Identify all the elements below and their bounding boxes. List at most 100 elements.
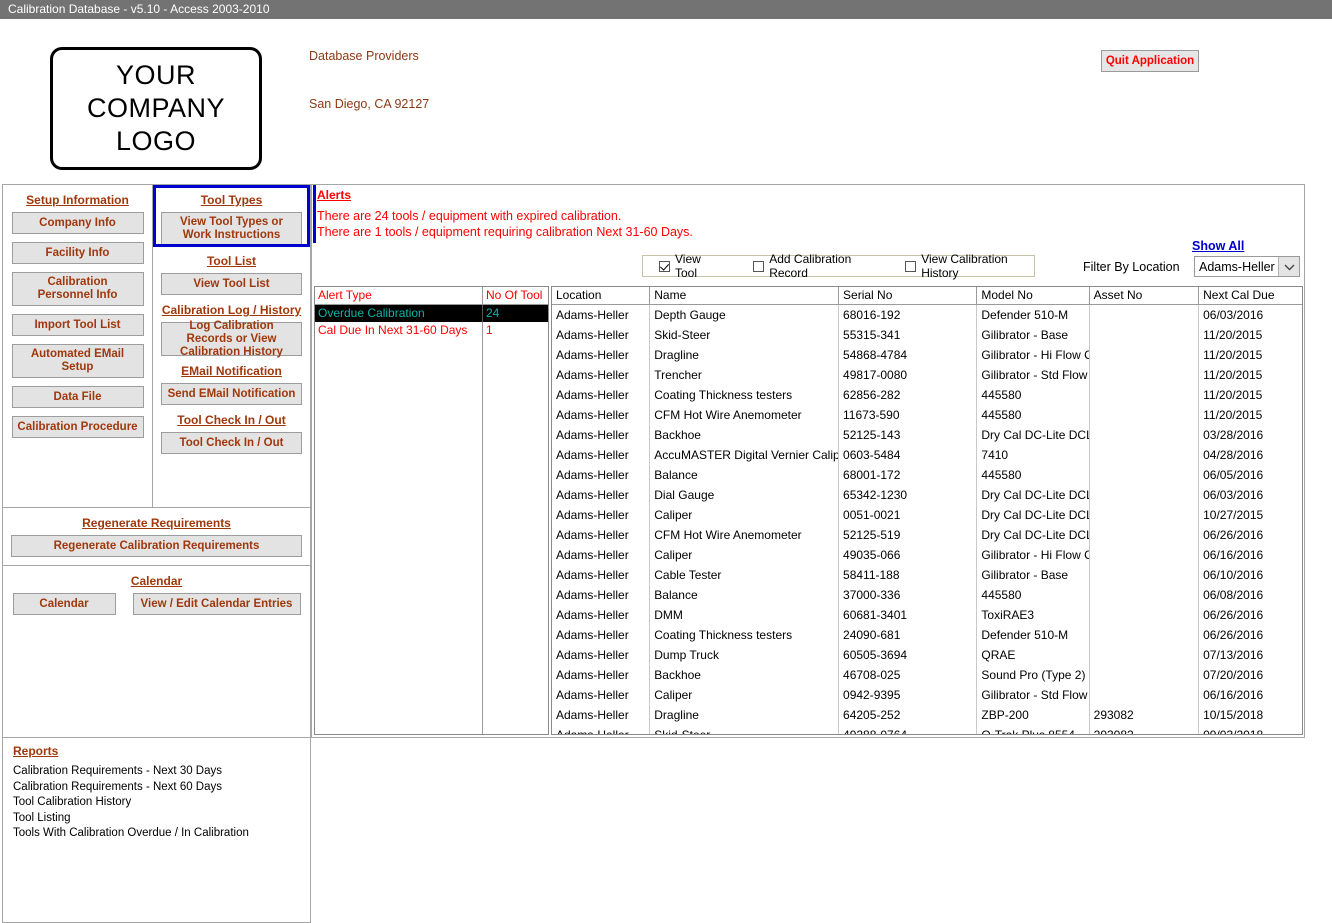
sidebar-setup-column: Setup Information Company Info Facility … bbox=[3, 185, 153, 507]
checkbox-view-tool[interactable]: View Tool bbox=[659, 252, 719, 280]
alert-summary-grid[interactable]: Alert Type No Of Tool Overdue Calibratio… bbox=[314, 286, 549, 735]
column-header-location[interactable]: Location bbox=[552, 287, 651, 304]
sidebar-heading-tool-check-in-out[interactable]: Tool Check In / Out bbox=[161, 413, 302, 427]
sidebar-item-calendar[interactable]: Calendar bbox=[12, 593, 116, 615]
report-link-tool-listing[interactable]: Tool Listing bbox=[13, 811, 300, 827]
sidebar-item-calibration-personnel-info[interactable]: Calibration Personnel Info bbox=[11, 272, 144, 306]
table-row[interactable]: Adams-Heller CFM Hot Wire Anemometer 11673… bbox=[552, 405, 1302, 425]
sidebar-item-view-tool-list[interactable]: View Tool List bbox=[161, 273, 302, 295]
filter-by-location-select[interactable]: Adams-Heller bbox=[1194, 256, 1300, 277]
cell-name: Caliper bbox=[650, 685, 840, 705]
quit-application-button[interactable]: Quit Application bbox=[1101, 50, 1199, 72]
table-row[interactable]: Adams-Heller CFM Hot Wire Anemometer 52125… bbox=[552, 525, 1302, 545]
table-row[interactable]: Overdue Calibration 24 bbox=[315, 305, 548, 322]
sidebar-heading-tool-list[interactable]: Tool List bbox=[161, 254, 302, 268]
cell-alert-type: Overdue Calibration bbox=[315, 305, 483, 322]
table-row[interactable]: Adams-Heller Balance 68001-172 445580 06/05/… bbox=[552, 465, 1302, 485]
sidebar-heading-tool-types[interactable]: Tool Types bbox=[161, 193, 302, 207]
cell-asset-no bbox=[1090, 545, 1200, 565]
cell-model-no: 445580 bbox=[977, 585, 1090, 605]
table-row[interactable]: Cal Due In Next 31-60 Days 1 bbox=[315, 322, 548, 339]
table-row[interactable]: Adams-Heller Backhoe 52125-143 Dry Cal DC-L… bbox=[552, 425, 1302, 445]
checkbox-add-calibration-record[interactable]: Add Calibration Record bbox=[753, 252, 879, 280]
column-header-model-no[interactable]: Model No bbox=[977, 287, 1090, 304]
cell-asset-no bbox=[1090, 565, 1200, 585]
sidebar-item-tool-check-in-out[interactable]: Tool Check In / Out bbox=[161, 432, 302, 454]
report-link-tool-calibration-history[interactable]: Tool Calibration History bbox=[13, 795, 300, 811]
cell-serial-no: 49035-066 bbox=[839, 545, 978, 565]
cell-no-of-tool: 1 bbox=[486, 323, 493, 337]
column-header-asset-no[interactable]: Asset No bbox=[1090, 287, 1200, 304]
column-header-serial-no[interactable]: Serial No bbox=[839, 287, 978, 304]
table-row[interactable]: Adams-Heller Backhoe 46708-025 Sound Pro (T… bbox=[552, 665, 1302, 685]
sidebar-heading-calendar[interactable]: Calendar bbox=[3, 574, 310, 588]
table-row[interactable]: Adams-Heller Caliper 0942-9395 Gilibrator -… bbox=[552, 685, 1302, 705]
column-header-next-cal-due[interactable]: Next Cal Due bbox=[1199, 287, 1302, 304]
cell-name: Caliper bbox=[650, 505, 840, 525]
cell-location: Adams-Heller bbox=[552, 485, 651, 505]
table-row[interactable]: Adams-Heller AccuMASTER Digital Vernier C… bbox=[552, 445, 1302, 465]
table-row[interactable]: Adams-Heller Caliper 49035-066 Gilibrator -… bbox=[552, 545, 1302, 565]
checkbox-view-calibration-history[interactable]: View Calibration History bbox=[905, 252, 1034, 280]
cell-name: Skid-Steer bbox=[650, 725, 840, 734]
cell-asset-no bbox=[1090, 365, 1200, 385]
cell-next-cal-due: 10/15/2018 bbox=[1203, 708, 1264, 722]
sidebar-item-data-file[interactable]: Data File bbox=[11, 386, 144, 408]
view-mode-toolbar: View Tool Add Calibration Record View Ca… bbox=[642, 252, 1035, 280]
tool-list-grid[interactable]: Location Name Serial No Model No Asset N… bbox=[551, 286, 1303, 735]
logo-line-3: LOGO bbox=[115, 126, 197, 156]
table-row[interactable]: Adams-Heller Coating Thickness testers 240… bbox=[552, 625, 1302, 645]
table-row[interactable]: Adams-Heller Skid-Steer 49288-0764 Q-Trak P… bbox=[552, 725, 1302, 734]
alerts-heading[interactable]: Alerts bbox=[317, 188, 351, 202]
column-header-no-of-tool[interactable]: No Of Tool bbox=[483, 287, 548, 304]
report-link-next-60-days[interactable]: Calibration Requirements - Next 60 Days bbox=[13, 780, 300, 796]
table-row[interactable]: Adams-Heller DMM 60681-3401 ToxiRAE3 06/26/2… bbox=[552, 605, 1302, 625]
column-header-alert-type[interactable]: Alert Type bbox=[315, 287, 483, 304]
divider bbox=[3, 507, 310, 508]
table-row[interactable]: Adams-Heller Caliper 0051-0021 Dry Cal DC-L… bbox=[552, 505, 1302, 525]
cell-next-cal-due: 03/28/2016 bbox=[1203, 428, 1264, 442]
show-all-link[interactable]: Show All bbox=[1192, 239, 1244, 253]
report-link-next-30-days[interactable]: Calibration Requirements - Next 30 Days bbox=[13, 764, 300, 780]
table-row[interactable]: Adams-Heller Coating Thickness testers 628… bbox=[552, 385, 1302, 405]
table-row[interactable]: Adams-Heller Cable Tester 58411-188 Gilibra… bbox=[552, 565, 1302, 585]
sidebar-item-view-tool-types[interactable]: View Tool Types or Work Instructions bbox=[161, 212, 302, 246]
sidebar-heading-calibration-log[interactable]: Calibration Log / History bbox=[161, 303, 302, 317]
cell-location: Adams-Heller bbox=[552, 725, 651, 734]
report-link-overdue-in-calibration[interactable]: Tools With Calibration Overdue / In Cali… bbox=[13, 826, 300, 842]
table-row[interactable]: Adams-Heller Trencher 49817-0080 Gilibrator… bbox=[552, 365, 1302, 385]
cell-name: Coating Thickness testers bbox=[650, 625, 840, 645]
sidebar-item-send-email-notification[interactable]: Send EMail Notification bbox=[161, 383, 302, 405]
sidebar-item-calibration-procedure[interactable]: Calibration Procedure bbox=[11, 416, 144, 438]
sidebar-item-automated-email-setup[interactable]: Automated EMail Setup bbox=[11, 344, 144, 378]
table-row[interactable]: Adams-Heller Skid-Steer 55315-341 Gilibrato… bbox=[552, 325, 1302, 345]
sidebar-heading-setup[interactable]: Setup Information bbox=[11, 193, 144, 207]
cell-location: Adams-Heller bbox=[552, 585, 651, 605]
sidebar-item-facility-info[interactable]: Facility Info bbox=[11, 242, 144, 264]
cell-serial-no: 60681-3401 bbox=[839, 605, 978, 625]
checkbox-label: View Calibration History bbox=[921, 252, 1008, 280]
table-row[interactable]: Adams-Heller Balance 37000-336 445580 06/08/… bbox=[552, 585, 1302, 605]
cell-serial-no: 62856-282 bbox=[839, 385, 978, 405]
sidebar-heading-regenerate[interactable]: Regenerate Requirements bbox=[11, 516, 302, 530]
sidebar-item-log-calibration-records[interactable]: Log Calibration Records or View Calibrat… bbox=[161, 320, 302, 358]
sidebar-item-company-info[interactable]: Company Info bbox=[11, 212, 144, 234]
empty-area bbox=[315, 339, 548, 734]
table-row[interactable]: Adams-Heller Dial Gauge 65342-1230 Dry Cal … bbox=[552, 485, 1302, 505]
cell-next-cal-due: 10/27/2015 bbox=[1203, 508, 1264, 522]
sidebar-item-import-tool-list[interactable]: Import Tool List bbox=[11, 314, 144, 336]
cell-location: Adams-Heller bbox=[552, 565, 651, 585]
sidebar-heading-email-notification[interactable]: EMail Notification bbox=[161, 364, 302, 378]
table-row[interactable]: Adams-Heller Dragline 64205-252 ZBP-200 2930… bbox=[552, 705, 1302, 725]
sidebar-item-regenerate-calibration-requirements[interactable]: Regenerate Calibration Requirements bbox=[11, 535, 302, 557]
table-row[interactable]: Adams-Heller Depth Gauge 68016-192 Defender… bbox=[552, 305, 1302, 325]
cell-next-cal-due: 06/16/2016 bbox=[1203, 688, 1264, 702]
label: Calibration Personnel Info bbox=[37, 276, 118, 301]
table-row[interactable]: Adams-Heller Dragline 54868-4784 Gilibrator… bbox=[552, 345, 1302, 365]
column-header-name[interactable]: Name bbox=[650, 287, 840, 304]
reports-heading[interactable]: Reports bbox=[13, 744, 300, 758]
sidebar-item-view-edit-calendar-entries[interactable]: View / Edit Calendar Entries bbox=[132, 593, 301, 615]
cell-asset-no bbox=[1090, 425, 1200, 445]
chevron-down-icon[interactable] bbox=[1278, 257, 1299, 276]
table-row[interactable]: Adams-Heller Dump Truck 60505-3694 QRAE 07/1… bbox=[552, 645, 1302, 665]
